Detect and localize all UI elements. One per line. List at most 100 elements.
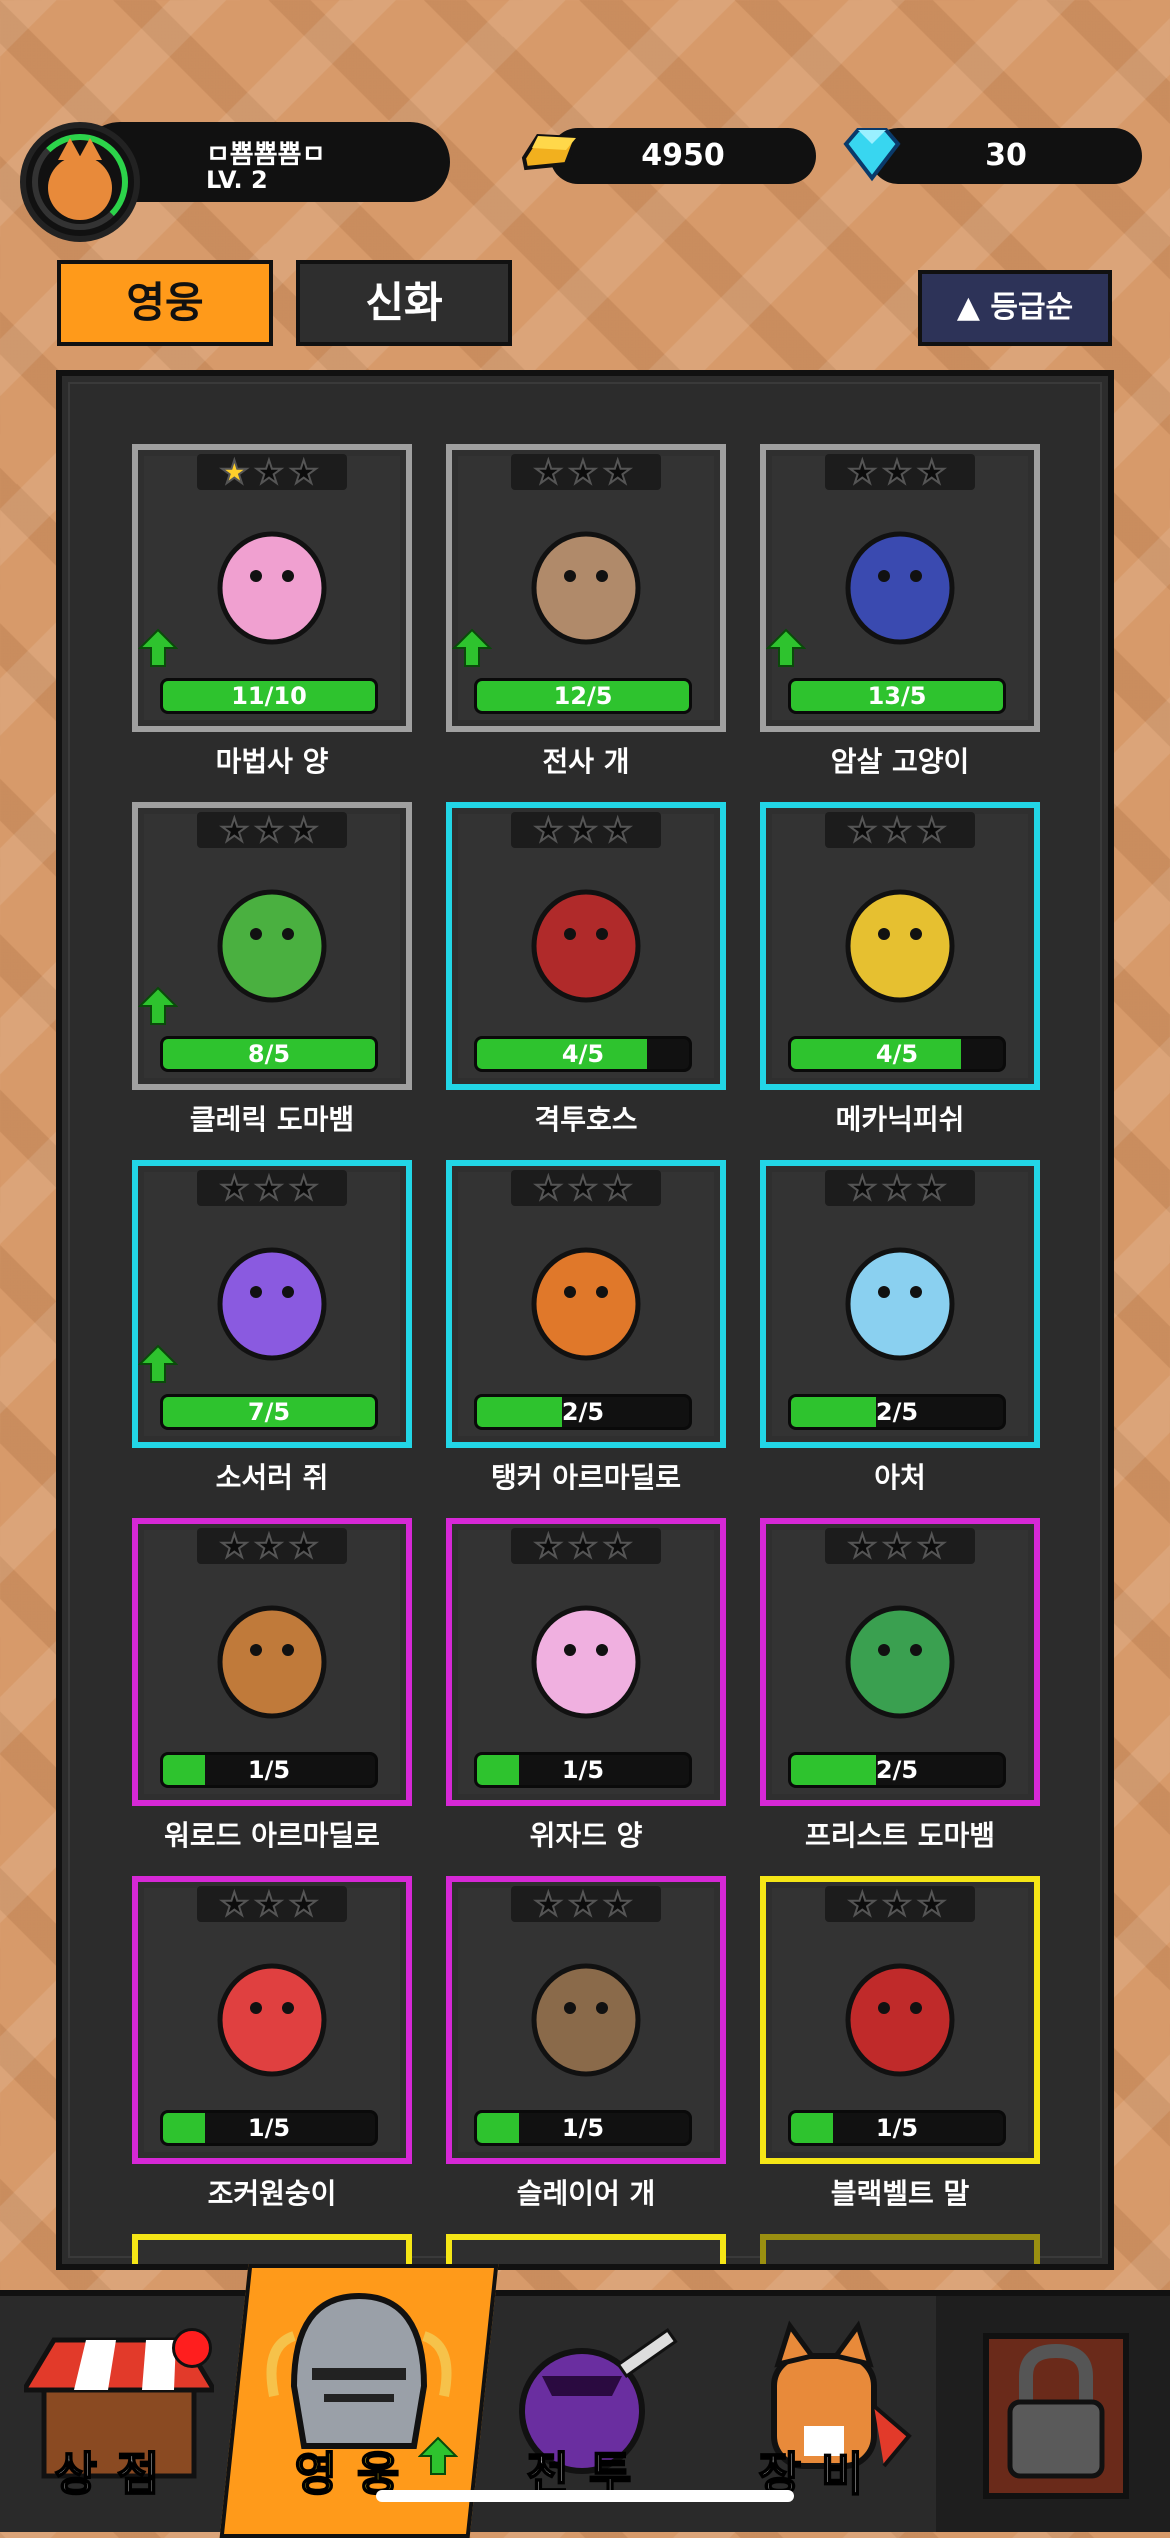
hero-name: 전사 개 [542, 745, 630, 778]
tab-myth[interactable]: 신화 [296, 260, 512, 346]
hero-card[interactable]: ★★★ 11/10 [132, 444, 412, 732]
cat-avatar-icon [48, 138, 112, 220]
hero-card[interactable]: ★★★ 7/5 [132, 1160, 412, 1448]
lock-icon [983, 2333, 1129, 2499]
upgrade-arrow-icon [452, 628, 492, 667]
card-progress-bar: 4/5 [474, 1036, 692, 1072]
card-progress-text: 11/10 [231, 682, 307, 710]
star-icon: ★ [916, 1169, 953, 1207]
cleric-lizard-icon [217, 889, 327, 1003]
card-progress-bar: 1/5 [474, 2110, 692, 2146]
star-icon: ★ [219, 1527, 255, 1565]
hero-name: 슬레이어 개 [516, 2177, 656, 2210]
star-rating: ★★★ [197, 1169, 347, 1207]
gem-counter: 30 [870, 128, 1142, 184]
card-progress-text: 2/5 [875, 1398, 919, 1426]
star-rating: ★★★ [197, 811, 347, 849]
hero-card[interactable]: ★★★ 4/5 [760, 802, 1040, 1090]
hero-name: 블랙벨트 말 [830, 2177, 970, 2210]
nav-shop[interactable]: 상점 [0, 2296, 234, 2532]
avatar[interactable] [20, 122, 140, 242]
star-icon: ★ [847, 811, 883, 849]
card-progress-bar: 2/5 [788, 1394, 1006, 1430]
star-icon: ★ [568, 453, 604, 491]
card-progress-text: 12/5 [553, 682, 613, 710]
player-level: LV. 2 [206, 166, 268, 194]
card-progress-bar: 12/5 [474, 678, 692, 714]
fighter-horse-icon [531, 889, 641, 1003]
hero-card[interactable]: ★★★ 13/5 [760, 444, 1040, 732]
star-icon: ★ [533, 1169, 569, 1207]
star-icon: ★ [254, 453, 290, 491]
upgrade-arrow-icon [138, 628, 178, 667]
star-icon: ★ [916, 1527, 953, 1565]
star-icon: ★ [602, 1527, 639, 1565]
star-rating: ★★★ [825, 453, 975, 491]
diamond-icon [843, 128, 901, 182]
star-icon: ★ [219, 811, 255, 849]
upgrade-arrow-icon [138, 986, 178, 1025]
hero-card-partial[interactable] [760, 2234, 1040, 2264]
star-icon: ★ [568, 1527, 604, 1565]
hero-card[interactable]: ★★★ 1/5 [446, 1518, 726, 1806]
tab-hero[interactable]: 영웅 [57, 260, 273, 346]
hero-card[interactable]: ★★★ 8/5 [132, 802, 412, 1090]
card-progress-text: 7/5 [247, 1398, 291, 1426]
star-rating: ★★★ [511, 1885, 661, 1923]
star-rating: ★★★ [511, 1169, 661, 1207]
player-profile[interactable]: ㅁ뿀뿀뿀ㅁ LV. 2 [20, 122, 450, 242]
star-icon: ★ [254, 1527, 290, 1565]
star-icon: ★ [533, 1527, 569, 1565]
star-icon: ★ [882, 1527, 918, 1565]
star-icon: ★ [288, 453, 325, 491]
card-progress-bar: 1/5 [474, 1752, 692, 1788]
hero-card[interactable]: ★★★ 1/5 [132, 1518, 412, 1806]
card-progress-bar: 13/5 [788, 678, 1006, 714]
slayer-dog-icon [531, 1963, 641, 2077]
gem-amount: 30 [985, 138, 1027, 173]
mechanic-fish-icon [845, 889, 955, 1003]
sorcerer-mouse-icon [217, 1247, 327, 1361]
star-rating: ★★★ [511, 453, 661, 491]
hero-name: 마법사 양 [215, 745, 329, 778]
star-icon: ★ [916, 811, 953, 849]
hero-card[interactable]: ★★★ 1/5 [132, 1876, 412, 2164]
star-icon: ★ [882, 1885, 918, 1923]
hero-card[interactable]: ★★★ 2/5 [760, 1518, 1040, 1806]
star-icon: ★ [568, 811, 604, 849]
joker-monkey-icon [217, 1963, 327, 2077]
card-progress-bar: 1/5 [160, 1752, 378, 1788]
hero-card[interactable]: ★★★ 2/5 [446, 1160, 726, 1448]
assassin-cat-icon [845, 531, 955, 645]
hero-card[interactable]: ★★★ 12/5 [446, 444, 726, 732]
star-icon: ★ [219, 1885, 255, 1923]
nav-locked[interactable] [936, 2296, 1170, 2532]
wizard-sheep-icon [217, 531, 327, 645]
hero-name: 메카닉피쉬 [835, 1103, 965, 1136]
star-icon: ★ [288, 1885, 325, 1923]
home-indicator[interactable] [376, 2490, 794, 2502]
notification-badge [172, 2328, 212, 2368]
hero-card[interactable]: ★★★ 1/5 [446, 1876, 726, 2164]
hero-card[interactable]: ★★★ 4/5 [446, 802, 726, 1090]
card-progress-bar: 1/5 [788, 2110, 1006, 2146]
star-icon: ★ [533, 1885, 569, 1923]
hero-name: 클레릭 도마뱀 [189, 1103, 355, 1136]
star-icon: ★ [602, 453, 639, 491]
star-rating: ★★★ [825, 811, 975, 849]
star-icon: ★ [254, 1885, 290, 1923]
star-icon: ★ [602, 811, 639, 849]
star-rating: ★★★ [197, 453, 347, 491]
card-progress-bar: 11/10 [160, 678, 378, 714]
star-icon: ★ [847, 1169, 883, 1207]
sort-by-grade-button[interactable]: ▲ 등급순 [918, 270, 1112, 346]
gold-counter: 4950 [550, 128, 816, 184]
card-progress-text: 1/5 [247, 1756, 291, 1784]
hero-card[interactable]: ★★★ 1/5 [760, 1876, 1040, 2164]
warrior-dog-icon [531, 531, 641, 645]
hero-grid-panel[interactable]: ★★★ 11/10 마법사 양 ★★★ 12/5 전사 개 ★★★ 13/5 암살 고양이 ★★★… [56, 370, 1114, 2270]
star-icon: ★ [916, 453, 953, 491]
hero-card[interactable]: ★★★ 2/5 [760, 1160, 1040, 1448]
nav-shop-label: 상점 [54, 2446, 180, 2502]
card-progress-bar: 8/5 [160, 1036, 378, 1072]
